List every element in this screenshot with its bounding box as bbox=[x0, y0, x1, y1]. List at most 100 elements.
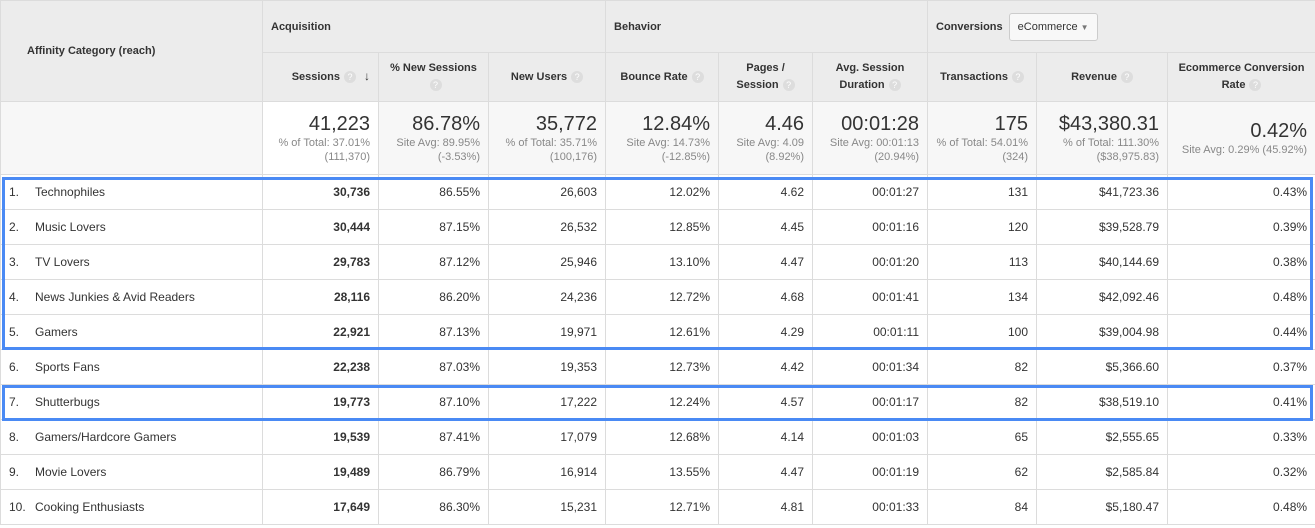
row-cell: 87.15% bbox=[378, 209, 489, 245]
row-cell: 22,921 bbox=[262, 314, 379, 350]
report-table: Affinity Category (reach) Acquisition Be… bbox=[0, 0, 1315, 525]
row-name-link[interactable]: Sports Fans bbox=[35, 360, 100, 374]
row-cell: 82 bbox=[927, 349, 1038, 385]
row-name-link[interactable]: Gamers bbox=[35, 325, 78, 339]
column-label: Revenue bbox=[1071, 70, 1117, 83]
row-cell: 87.41% bbox=[378, 419, 489, 455]
total-line1: Site Avg: 89.95% bbox=[396, 136, 480, 149]
help-icon[interactable]: ? bbox=[429, 79, 442, 91]
row-cell: 0.33% bbox=[1167, 419, 1315, 455]
total-cell: 175% of Total: 54.01% (324) bbox=[927, 101, 1038, 175]
row-name-link[interactable]: Movie Lovers bbox=[35, 465, 106, 479]
help-icon[interactable]: ? bbox=[691, 70, 704, 83]
row-name-link[interactable]: Gamers/Hardcore Gamers bbox=[35, 430, 176, 444]
row-cell: 12.73% bbox=[605, 349, 720, 385]
row-cell: 00:01:34 bbox=[812, 349, 929, 385]
sort-desc-icon[interactable]: ↓ bbox=[364, 69, 370, 83]
column-header[interactable]: Transactions? bbox=[927, 52, 1038, 102]
total-value: 175 bbox=[994, 112, 1029, 135]
row-index: 3. bbox=[9, 255, 20, 269]
total-value: 12.84% bbox=[642, 112, 711, 135]
row-cell: 12.02% bbox=[605, 174, 720, 210]
row-dimension: 2. Music Lovers bbox=[0, 209, 263, 245]
row-cell: 00:01:17 bbox=[812, 384, 929, 420]
row-cell: 00:01:27 bbox=[812, 174, 929, 210]
total-value: 41,223 bbox=[308, 112, 370, 135]
row-name-link[interactable]: News Junkies & Avid Readers bbox=[35, 290, 195, 304]
help-icon[interactable]: ? bbox=[1011, 70, 1024, 83]
row-cell: 15,231 bbox=[487, 489, 607, 525]
help-icon[interactable]: ? bbox=[888, 79, 901, 91]
row-cell: 30,736 bbox=[262, 174, 379, 210]
row-cell: 0.38% bbox=[1167, 244, 1315, 280]
row-name-link[interactable]: Technophiles bbox=[35, 185, 105, 199]
row-cell: 00:01:19 bbox=[812, 454, 929, 490]
row-cell: 87.12% bbox=[378, 244, 489, 280]
help-icon[interactable]: ? bbox=[1249, 79, 1262, 91]
total-cell: 12.84% Site Avg: 14.73% (-12.85%) bbox=[605, 101, 720, 175]
dimension-header[interactable]: Affinity Category (reach) bbox=[0, 0, 263, 102]
total-cell: $43,380.31% of Total: 111.30% ($38,975.83… bbox=[1036, 101, 1169, 175]
column-label: Pages / Session bbox=[736, 62, 785, 91]
row-cell: 19,971 bbox=[487, 314, 607, 350]
conversions-select[interactable]: eCommerce ▼ bbox=[1008, 12, 1098, 41]
column-header[interactable]: Avg. Session Duration? bbox=[812, 52, 929, 102]
row-index: 5. bbox=[9, 325, 20, 339]
total-value: 4.46 bbox=[765, 112, 805, 135]
table-row: 1. Technophiles 30,736 86.55% 26,603 12.02% 4.… bbox=[0, 174, 1315, 210]
row-cell: $2,585.84 bbox=[1036, 454, 1169, 490]
row-name-link[interactable]: Shutterbugs bbox=[35, 395, 100, 409]
row-cell: 19,539 bbox=[262, 419, 379, 455]
row-cell: 0.44% bbox=[1167, 314, 1315, 350]
row-cell: 86.30% bbox=[378, 489, 489, 525]
row-cell: 22,238 bbox=[262, 349, 379, 385]
row-name-link[interactable]: TV Lovers bbox=[35, 255, 90, 269]
total-value: 00:01:28 bbox=[841, 112, 920, 135]
total-line2: (20.94%) bbox=[874, 150, 920, 163]
total-cell: 41,223% of Total: 37.01% (111,370) bbox=[262, 101, 379, 175]
row-cell: 28,116 bbox=[262, 279, 379, 315]
help-icon[interactable]: ? bbox=[1120, 70, 1133, 83]
row-dimension: 6. Sports Fans bbox=[0, 349, 263, 385]
column-label: Transactions bbox=[940, 70, 1008, 83]
column-header[interactable]: Sessions? ↓ bbox=[262, 52, 379, 102]
help-icon[interactable]: ? bbox=[571, 70, 584, 83]
column-header[interactable]: % New Sessions? bbox=[378, 52, 489, 102]
row-cell: 100 bbox=[927, 314, 1038, 350]
row-cell: 13.10% bbox=[605, 244, 720, 280]
row-cell: $5,366.60 bbox=[1036, 349, 1169, 385]
row-cell: 4.81 bbox=[718, 489, 814, 525]
help-icon[interactable]: ? bbox=[782, 79, 795, 91]
row-cell: 4.57 bbox=[718, 384, 814, 420]
total-line2: ($38,975.83) bbox=[1096, 150, 1160, 163]
row-name-link[interactable]: Cooking Enthusiasts bbox=[35, 500, 144, 514]
column-header[interactable]: Pages / Session? bbox=[718, 52, 814, 102]
help-icon[interactable]: ? bbox=[344, 71, 356, 83]
column-header[interactable]: Bounce Rate? bbox=[605, 52, 720, 102]
column-header[interactable]: New Users? bbox=[487, 52, 607, 102]
row-dimension: 8. Gamers/Hardcore Gamers bbox=[0, 419, 263, 455]
column-header[interactable]: Ecommerce Conversion Rate? bbox=[1167, 52, 1315, 102]
row-cell: 19,773 bbox=[262, 384, 379, 420]
row-name-link[interactable]: Music Lovers bbox=[35, 220, 106, 234]
total-line1: % of Total: 54.01% bbox=[936, 136, 1029, 149]
row-cell: 0.37% bbox=[1167, 349, 1315, 385]
total-line2: (100,176) bbox=[549, 150, 598, 163]
row-cell: 0.39% bbox=[1167, 209, 1315, 245]
row-cell: 19,353 bbox=[487, 349, 607, 385]
row-cell: $2,555.65 bbox=[1036, 419, 1169, 455]
row-cell: 87.03% bbox=[378, 349, 489, 385]
column-header[interactable]: Revenue? bbox=[1036, 52, 1169, 102]
table-row: 5. Gamers 22,921 87.13% 19,971 12.61% 4.29 00:0… bbox=[0, 314, 1315, 350]
row-dimension: 9. Movie Lovers bbox=[0, 454, 263, 490]
row-cell: 12.72% bbox=[605, 279, 720, 315]
row-index: 2. bbox=[9, 220, 20, 234]
row-cell: 29,783 bbox=[262, 244, 379, 280]
row-index: 9. bbox=[9, 465, 20, 479]
row-cell: 4.45 bbox=[718, 209, 814, 245]
row-cell: 12.68% bbox=[605, 419, 720, 455]
row-cell: 62 bbox=[927, 454, 1038, 490]
totals-label bbox=[0, 101, 263, 175]
row-cell: 86.55% bbox=[378, 174, 489, 210]
total-line1: % of Total: 37.01% bbox=[278, 136, 370, 149]
